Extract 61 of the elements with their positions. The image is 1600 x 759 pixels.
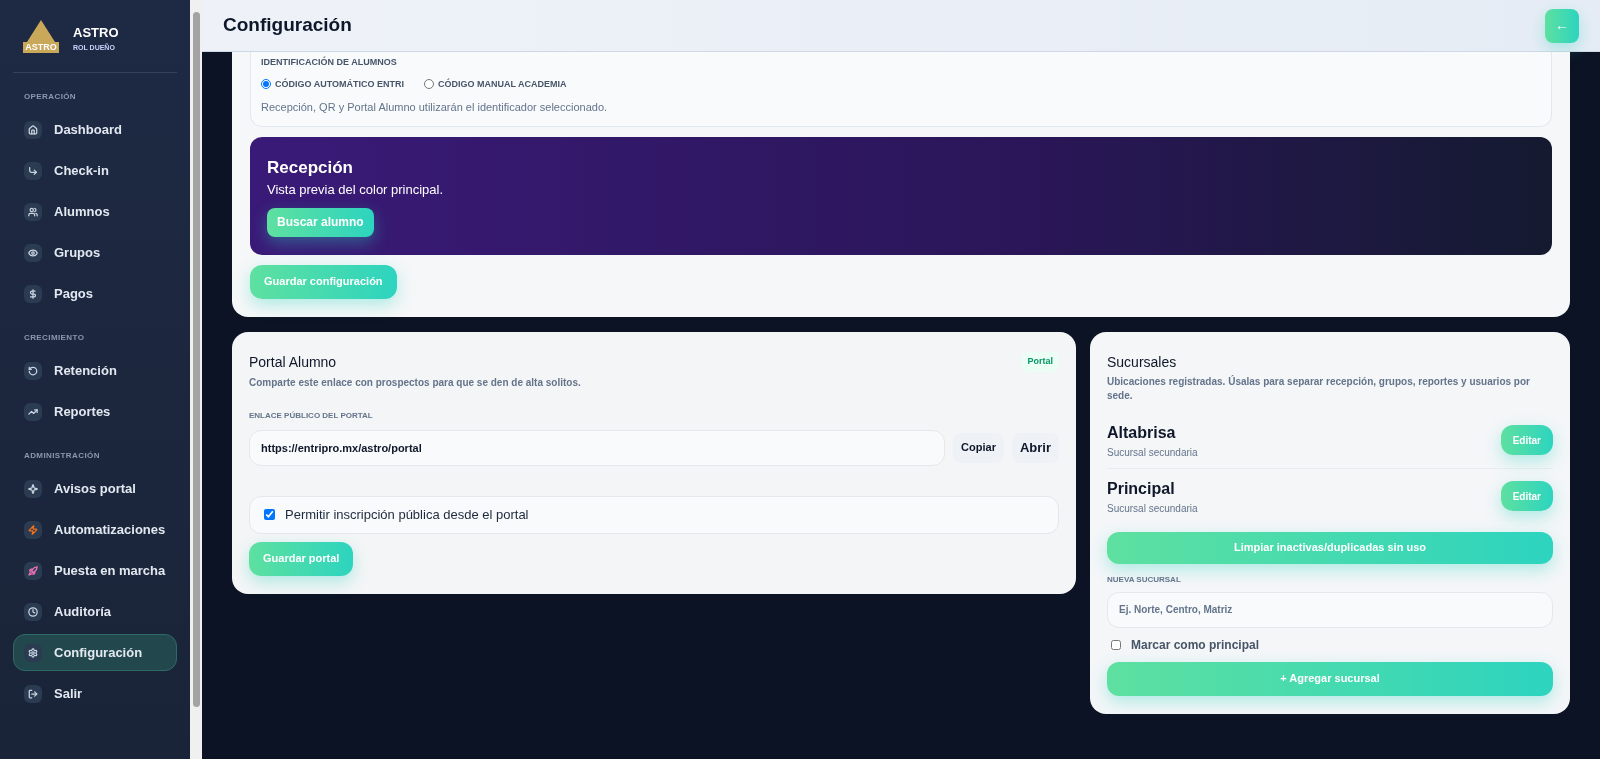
sidebar-item[interactable]: Check-in xyxy=(13,152,177,189)
sparkle-icon xyxy=(28,483,38,494)
checkbox[interactable] xyxy=(1111,639,1121,650)
logo-text: ASTRO xyxy=(23,42,59,53)
sidebar-item[interactable]: Auditoría xyxy=(13,593,177,630)
sidebar-item[interactable]: Avisos portal xyxy=(13,470,177,507)
refresh-icon xyxy=(28,365,38,376)
clock-icon xyxy=(28,606,38,617)
option-label[interactable]: CÓDIGO AUTOMÁTICO ENTRI xyxy=(275,77,404,91)
portal-badge: Portal xyxy=(1021,352,1059,372)
field-label: ENLACE PÚBLICO DEL PORTAL xyxy=(249,409,374,422)
card-description: Ubicaciones registradas. Úsalas para separar recepción, grupos, reportes y usuarios por sede. xyxy=(1107,374,1531,403)
users-icon xyxy=(28,206,38,217)
dollar-icon xyxy=(28,288,38,299)
branch-name: Altabrisa xyxy=(1107,422,1177,443)
card-title: Portal Alumno xyxy=(249,352,337,372)
radio-button[interactable] xyxy=(261,79,271,90)
sidebar-item[interactable]: Retención xyxy=(13,352,177,389)
sidebar-item[interactable]: Configuración xyxy=(13,634,177,671)
branch-name: Principal xyxy=(1107,478,1176,499)
sidebar-item[interactable]: Grupos xyxy=(13,234,177,271)
portal-link-field[interactable]: https://entripro.mx/astro/portal xyxy=(249,429,946,466)
branch-type: Sucursal secundaria xyxy=(1107,445,1198,460)
sidebar-item[interactable]: Reportes xyxy=(13,393,177,430)
exit-icon xyxy=(28,688,38,699)
page-title: Configuración xyxy=(223,13,352,38)
sidebar-item[interactable]: Automatizaciones xyxy=(13,511,177,548)
branch-name-field[interactable]: Ej. Norte, Centro, Matriz xyxy=(1107,591,1553,628)
checkbox[interactable] xyxy=(264,509,275,520)
card-description: Comparte este enlace con prospectos para que se den de alta solitos. xyxy=(249,375,582,390)
preview-title: Recepción xyxy=(267,156,353,179)
rocket-icon xyxy=(28,565,38,576)
home-icon xyxy=(28,124,38,135)
option-label[interactable]: CÓDIGO MANUAL ACADEMIA xyxy=(438,77,567,91)
arrow-icon xyxy=(28,165,38,176)
sidebar-item[interactable]: Pagos xyxy=(13,275,177,312)
triangle-icon xyxy=(27,20,55,42)
brand-name: ASTRO xyxy=(73,24,119,42)
card-title: Sucursales xyxy=(1107,352,1178,372)
trend-icon xyxy=(28,406,38,417)
section-label: IDENTIFICACIÓN DE ALUMNOS xyxy=(261,56,398,69)
section-title: ADMINISTRACIÓN xyxy=(23,450,101,462)
open-button[interactable]: Abrir xyxy=(1011,432,1059,463)
sidebar-item[interactable]: Alumnos xyxy=(13,193,177,230)
section-title: CRECIMIENTO xyxy=(23,332,86,344)
sidebar-item[interactable]: Salir xyxy=(13,675,177,712)
sidebar-item[interactable]: Puesta en marcha xyxy=(13,552,177,589)
checkbox-label[interactable]: Permitir inscripción pública desde el portal xyxy=(285,504,529,525)
branch-type: Sucursal secundaria xyxy=(1107,501,1198,516)
bolt-icon xyxy=(28,524,38,535)
field-label: NUEVA SUCURSAL xyxy=(1107,573,1182,586)
copy-button[interactable]: Copiar xyxy=(953,432,1004,463)
eye-icon xyxy=(28,247,38,258)
scrollbar[interactable] xyxy=(190,0,202,759)
info-text: Recepción, QR y Portal Alumno utilizarán el identificador seleccionado. xyxy=(261,100,609,115)
section-title: OPERACIÓN xyxy=(23,91,78,103)
checkbox-label[interactable]: Marcar como principal xyxy=(1131,635,1260,654)
preview-subtitle: Vista previa del color principal. xyxy=(267,181,444,199)
radio-button[interactable] xyxy=(424,79,434,90)
sidebar-item[interactable]: Dashboard xyxy=(13,111,177,148)
settings-icon xyxy=(28,647,38,658)
